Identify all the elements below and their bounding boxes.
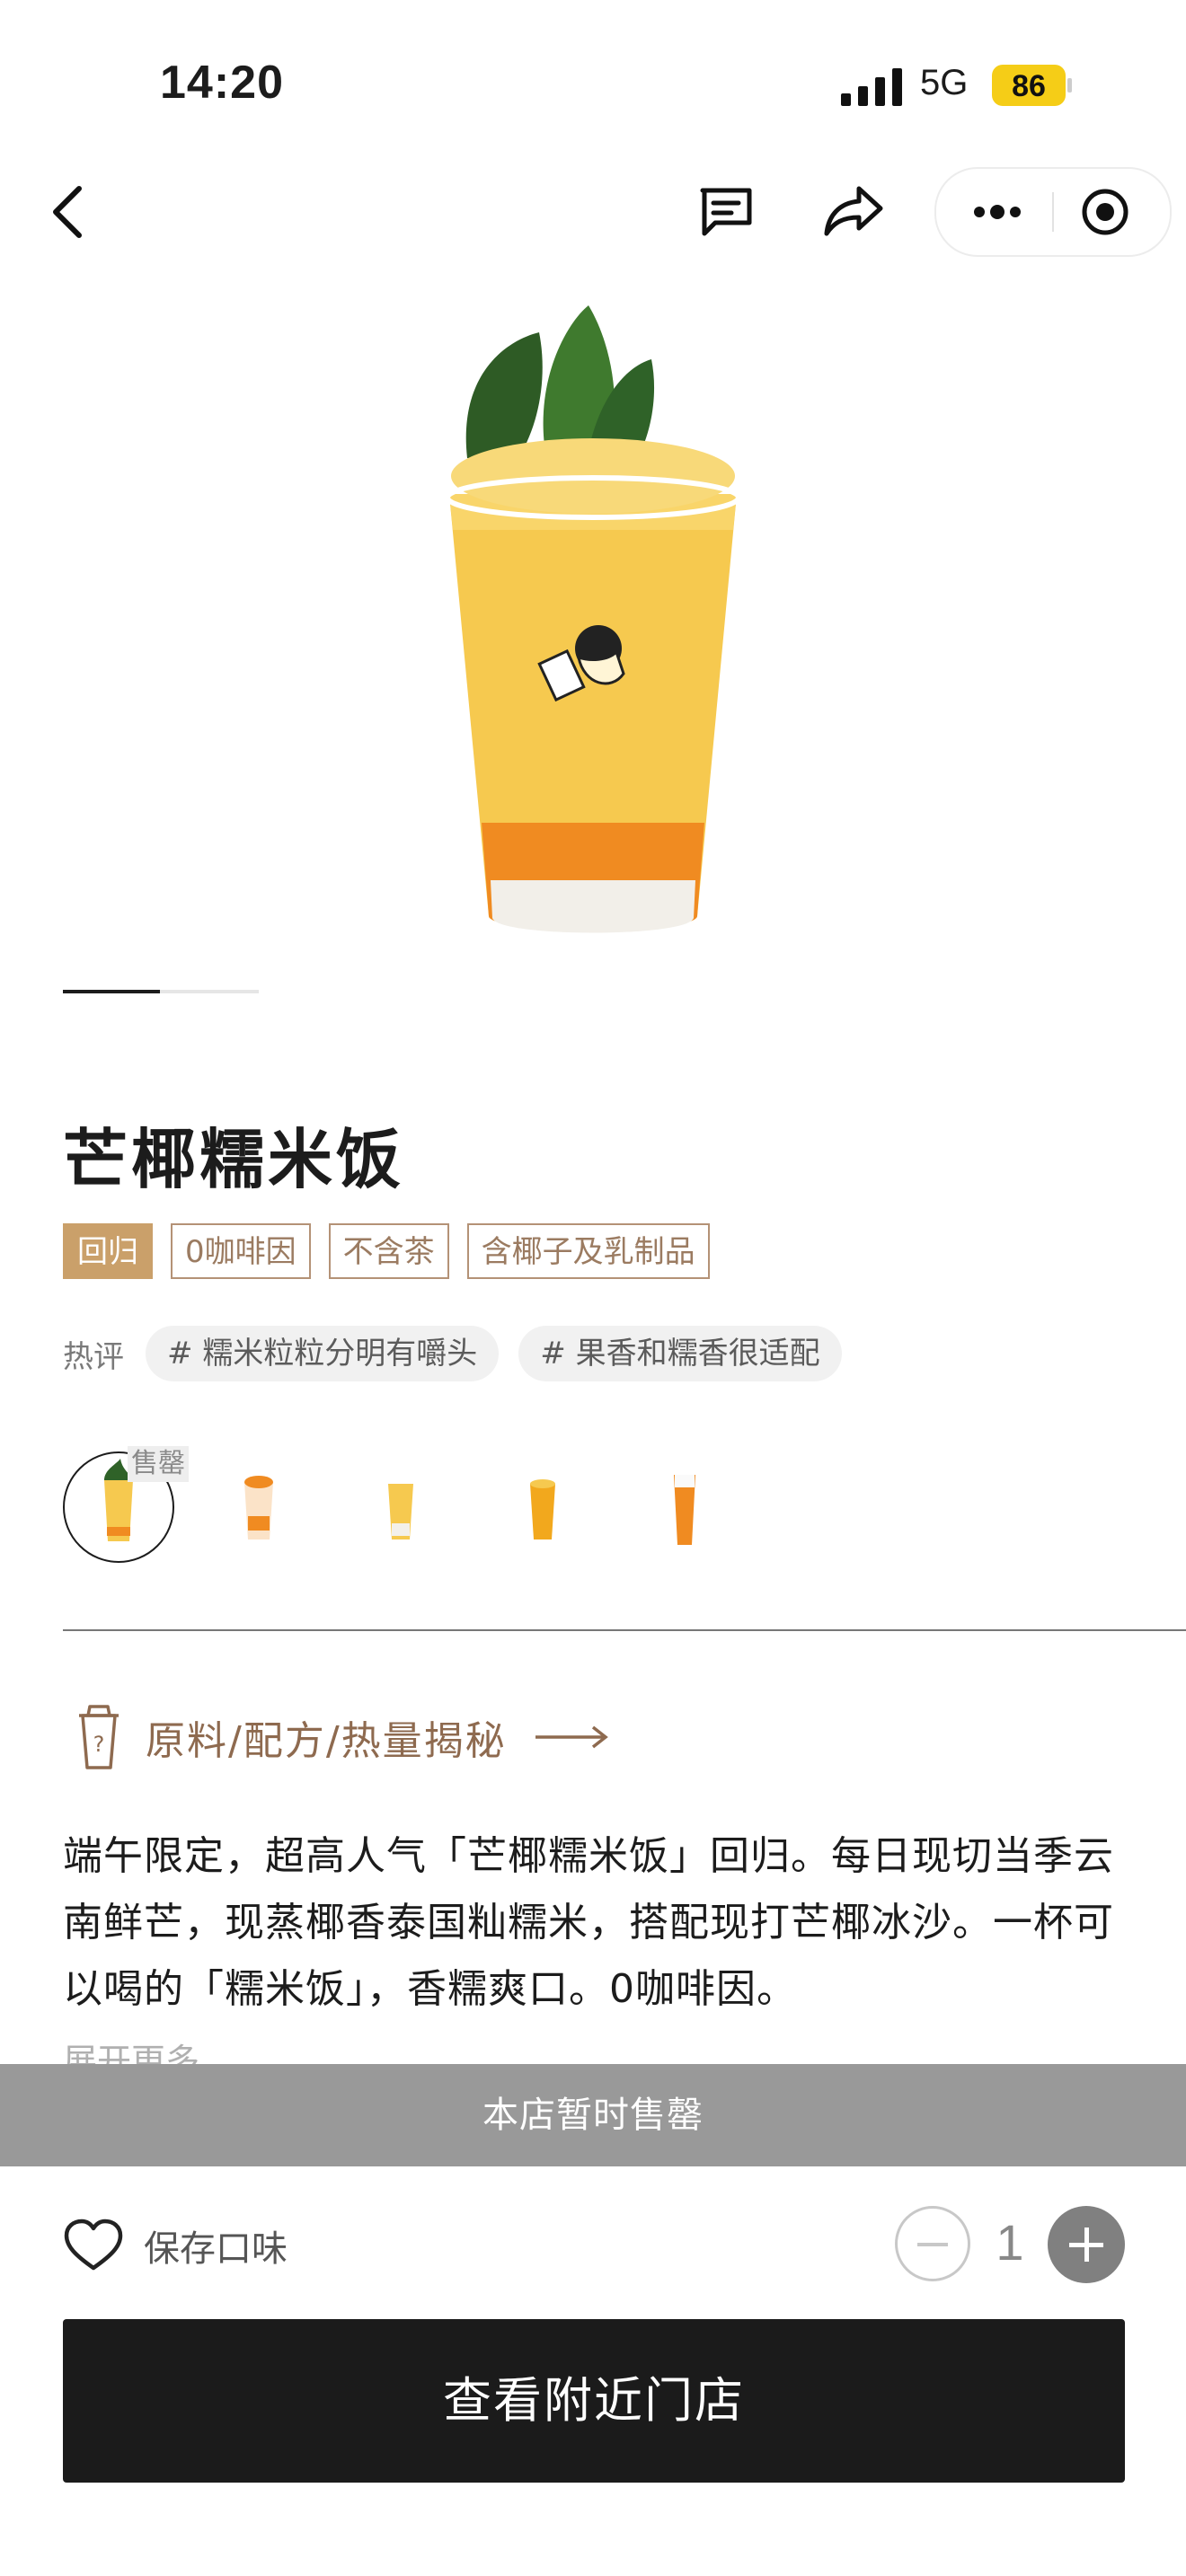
- arrow-right-icon: [535, 1725, 608, 1749]
- svg-text:?: ?: [93, 1732, 105, 1757]
- status-time: 14:20: [160, 57, 284, 109]
- tag-allergen: 含椰子及乳制品: [466, 1223, 710, 1279]
- recipe-link[interactable]: ? 原料/配方/热量揭秘: [72, 1698, 609, 1777]
- image-pager-indicator: [63, 990, 259, 993]
- section-divider: [63, 1629, 1186, 1631]
- battery-icon: 86: [992, 65, 1072, 106]
- heart-icon: [64, 2219, 123, 2271]
- capsule-divider: [1052, 192, 1054, 232]
- variant-cup-icon: [244, 1476, 273, 1539]
- review-chip[interactable]: # 果香和糯香很适配: [518, 1326, 842, 1381]
- message-icon[interactable]: [697, 185, 755, 239]
- recipe-link-label: 原料/配方/热量揭秘: [146, 1718, 507, 1764]
- decrease-quantity-button[interactable]: [895, 2206, 970, 2281]
- variant-cup-icon: [388, 1484, 413, 1539]
- variant-thumb[interactable]: [203, 1451, 314, 1563]
- cup-question-icon: ?: [79, 1705, 119, 1769]
- product-title: 芒椰糯米饭: [63, 1122, 405, 1197]
- quantity-stepper: 1: [895, 2206, 1125, 2285]
- product-description: 端午限定，超高人气「芒椰糯米饭」回归。每日现切当季云南鲜芒，现蒸椰香泰国籼糯米，…: [63, 1833, 1114, 2012]
- signal-icon: [841, 68, 902, 106]
- network-type: 5G: [920, 63, 969, 102]
- soldout-notice-bar: 本店暂时售罄: [0, 2064, 1186, 2166]
- variant-thumb[interactable]: [487, 1451, 598, 1563]
- save-flavor-label: 保存口味: [144, 2228, 288, 2270]
- product-tags: 回归 0咖啡因 不含茶 含椰子及乳制品: [63, 1223, 710, 1279]
- tag-caffeine-free: 0咖啡因: [171, 1223, 311, 1279]
- quantity-value: 1: [996, 2214, 1024, 2271]
- view-nearby-stores-button[interactable]: 查看附近门店: [63, 2319, 1125, 2483]
- miniprogram-capsule: [934, 167, 1172, 257]
- image-pager-active: [63, 990, 160, 993]
- product-image: [445, 305, 741, 933]
- back-icon[interactable]: [45, 180, 92, 244]
- increase-quantity-button[interactable]: [1048, 2206, 1125, 2283]
- review-chip[interactable]: # 糯米粒粒分明有嚼头: [146, 1326, 500, 1381]
- variant-thumbnails: 售罄: [63, 1446, 746, 1563]
- tag-no-tea: 不含茶: [328, 1223, 449, 1279]
- save-flavor-button[interactable]: 保存口味: [63, 2213, 288, 2278]
- hot-reviews: 热评 # 糯米粒粒分明有嚼头 # 果香和糯香很适配: [63, 1326, 862, 1381]
- variant-thumb[interactable]: [629, 1451, 740, 1563]
- tag-return: 回归: [63, 1223, 153, 1279]
- hot-reviews-label: 热评: [63, 1338, 124, 1375]
- close-miniprogram-icon[interactable]: [1080, 187, 1130, 237]
- variant-cup-icon: [674, 1475, 695, 1545]
- soldout-badge: 售罄: [128, 1446, 189, 1482]
- share-icon[interactable]: [823, 183, 884, 237]
- variant-cup-icon: [530, 1479, 555, 1539]
- variant-thumb[interactable]: [345, 1451, 456, 1563]
- battery-level: 86: [1012, 69, 1046, 103]
- more-icon[interactable]: [969, 192, 1026, 232]
